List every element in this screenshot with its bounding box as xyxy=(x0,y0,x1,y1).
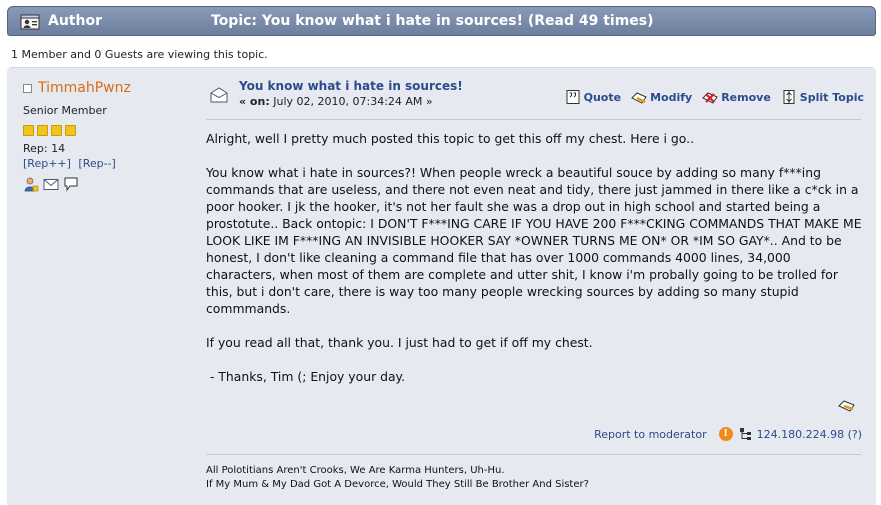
star-icon xyxy=(51,125,62,136)
message-icon xyxy=(210,87,228,103)
profile-icon[interactable] xyxy=(23,176,39,192)
ip-icon xyxy=(739,428,751,440)
quick-quote-icon[interactable] xyxy=(838,397,856,413)
signature: All Polotitians Aren't Crooks, We Are Ka… xyxy=(206,464,589,492)
warning-icon[interactable]: ! xyxy=(718,427,733,441)
email-icon[interactable] xyxy=(43,176,59,192)
poster-name-row: TimmahPwnz xyxy=(23,80,203,96)
rep-minus-link[interactable]: [Rep--] xyxy=(78,157,115,170)
post-paragraph: You know what i hate in sources?! When p… xyxy=(206,165,866,316)
report-to-moderator-link[interactable]: Report to moderator xyxy=(594,428,707,441)
personal-message-icon[interactable] xyxy=(63,176,79,192)
star-icon xyxy=(23,125,34,136)
reputation: Rep: 14 xyxy=(23,142,66,155)
split-topic-button[interactable]: Split Topic xyxy=(781,89,864,105)
poster-username[interactable]: TimmahPwnz xyxy=(38,80,131,96)
split-topic-label: Split Topic xyxy=(799,90,864,104)
modify-label: Modify xyxy=(650,90,693,104)
quote-button[interactable]: Quote xyxy=(565,89,621,105)
viewers-info: 1 Member and 0 Guests are viewing this t… xyxy=(11,48,268,61)
quote-icon xyxy=(566,90,580,104)
post-date: « on: July 02, 2010, 07:34:24 AM » xyxy=(239,95,433,108)
signature-divider xyxy=(206,454,861,455)
post-body: Alright, well I pretty much posted this … xyxy=(206,130,864,402)
post-date-value: July 02, 2010, 07:34:24 AM » xyxy=(273,95,433,108)
online-status-icon xyxy=(23,83,32,93)
rep-links: [Rep++] [Rep--] xyxy=(23,157,203,170)
member-group: Senior Member xyxy=(23,104,107,117)
topic-title: Topic: You know what i hate in sources! … xyxy=(211,13,654,29)
post-date-prefix: « on: xyxy=(239,95,270,108)
header-divider xyxy=(206,119,861,120)
post-subject[interactable]: You know what i hate in sources! xyxy=(239,79,463,93)
ip-address-link[interactable]: 124.180.224.98 (?) xyxy=(757,428,862,441)
star-icon xyxy=(65,125,76,136)
post: TimmahPwnz Senior Member Rep: 14 [Rep++]… xyxy=(7,67,876,505)
split-icon xyxy=(783,90,795,104)
star-icon xyxy=(37,125,48,136)
topic-header-bar: Author Topic: You know what i hate in so… xyxy=(7,6,876,36)
quote-label: Quote xyxy=(583,90,622,104)
post-paragraph: - Thanks, Tim (; Enjoy your day. xyxy=(206,369,406,384)
post-paragraph: Alright, well I pretty much posted this … xyxy=(206,131,695,146)
modify-button[interactable]: Modify xyxy=(631,89,692,105)
poster-icons xyxy=(23,176,203,192)
signature-line: If My Mum & My Dad Got A Devorce, Would … xyxy=(206,479,589,490)
rank-stars xyxy=(23,125,203,136)
remove-icon xyxy=(702,92,718,104)
post-actions: Quote Modify Remove Split Topic xyxy=(565,89,864,105)
poster-info: TimmahPwnz Senior Member Rep: 14 [Rep++]… xyxy=(23,80,203,192)
signature-line: All Polotitians Aren't Crooks, We Are Ka… xyxy=(206,465,505,476)
rep-plus-link[interactable]: [Rep++] xyxy=(23,157,71,170)
author-column-label: Author xyxy=(48,13,102,29)
remove-button[interactable]: Remove xyxy=(702,89,771,105)
modify-icon xyxy=(631,92,647,104)
post-paragraph: If you read all that, thank you. I just … xyxy=(206,335,593,350)
post-footer: Report to moderator ! 124.180.224.98 (?) xyxy=(594,427,862,441)
author-icon xyxy=(20,14,40,30)
remove-label: Remove xyxy=(721,90,771,104)
